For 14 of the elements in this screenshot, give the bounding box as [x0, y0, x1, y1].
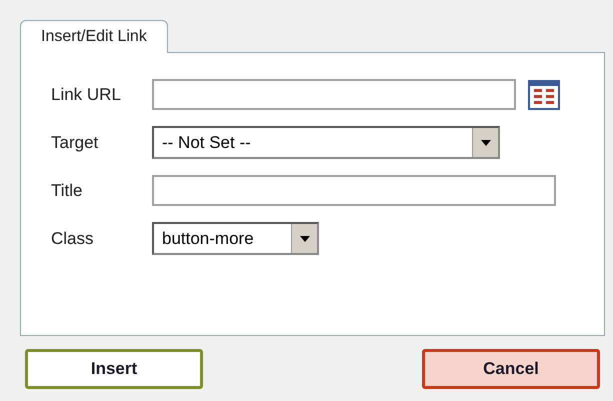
dropdown-value: -- Not Set --	[161, 132, 252, 154]
text-field[interactable]	[152, 175, 556, 206]
browse-list-icon[interactable]	[528, 80, 560, 110]
insert-button[interactable]: Insert	[25, 349, 203, 389]
field-label: Title	[51, 180, 84, 202]
field-label: Link URL	[51, 84, 122, 106]
text-field[interactable]	[152, 79, 516, 110]
dropdown[interactable]: -- Not Set --	[152, 126, 500, 159]
field-label: Target	[51, 132, 100, 154]
cancel-button[interactable]: Cancel	[422, 349, 600, 389]
field-label: Class	[51, 228, 95, 250]
dropdown[interactable]: button-more	[152, 222, 319, 255]
tab[interactable]: Insert/Edit Link	[20, 20, 168, 53]
dropdown-value: button-more	[161, 228, 255, 250]
